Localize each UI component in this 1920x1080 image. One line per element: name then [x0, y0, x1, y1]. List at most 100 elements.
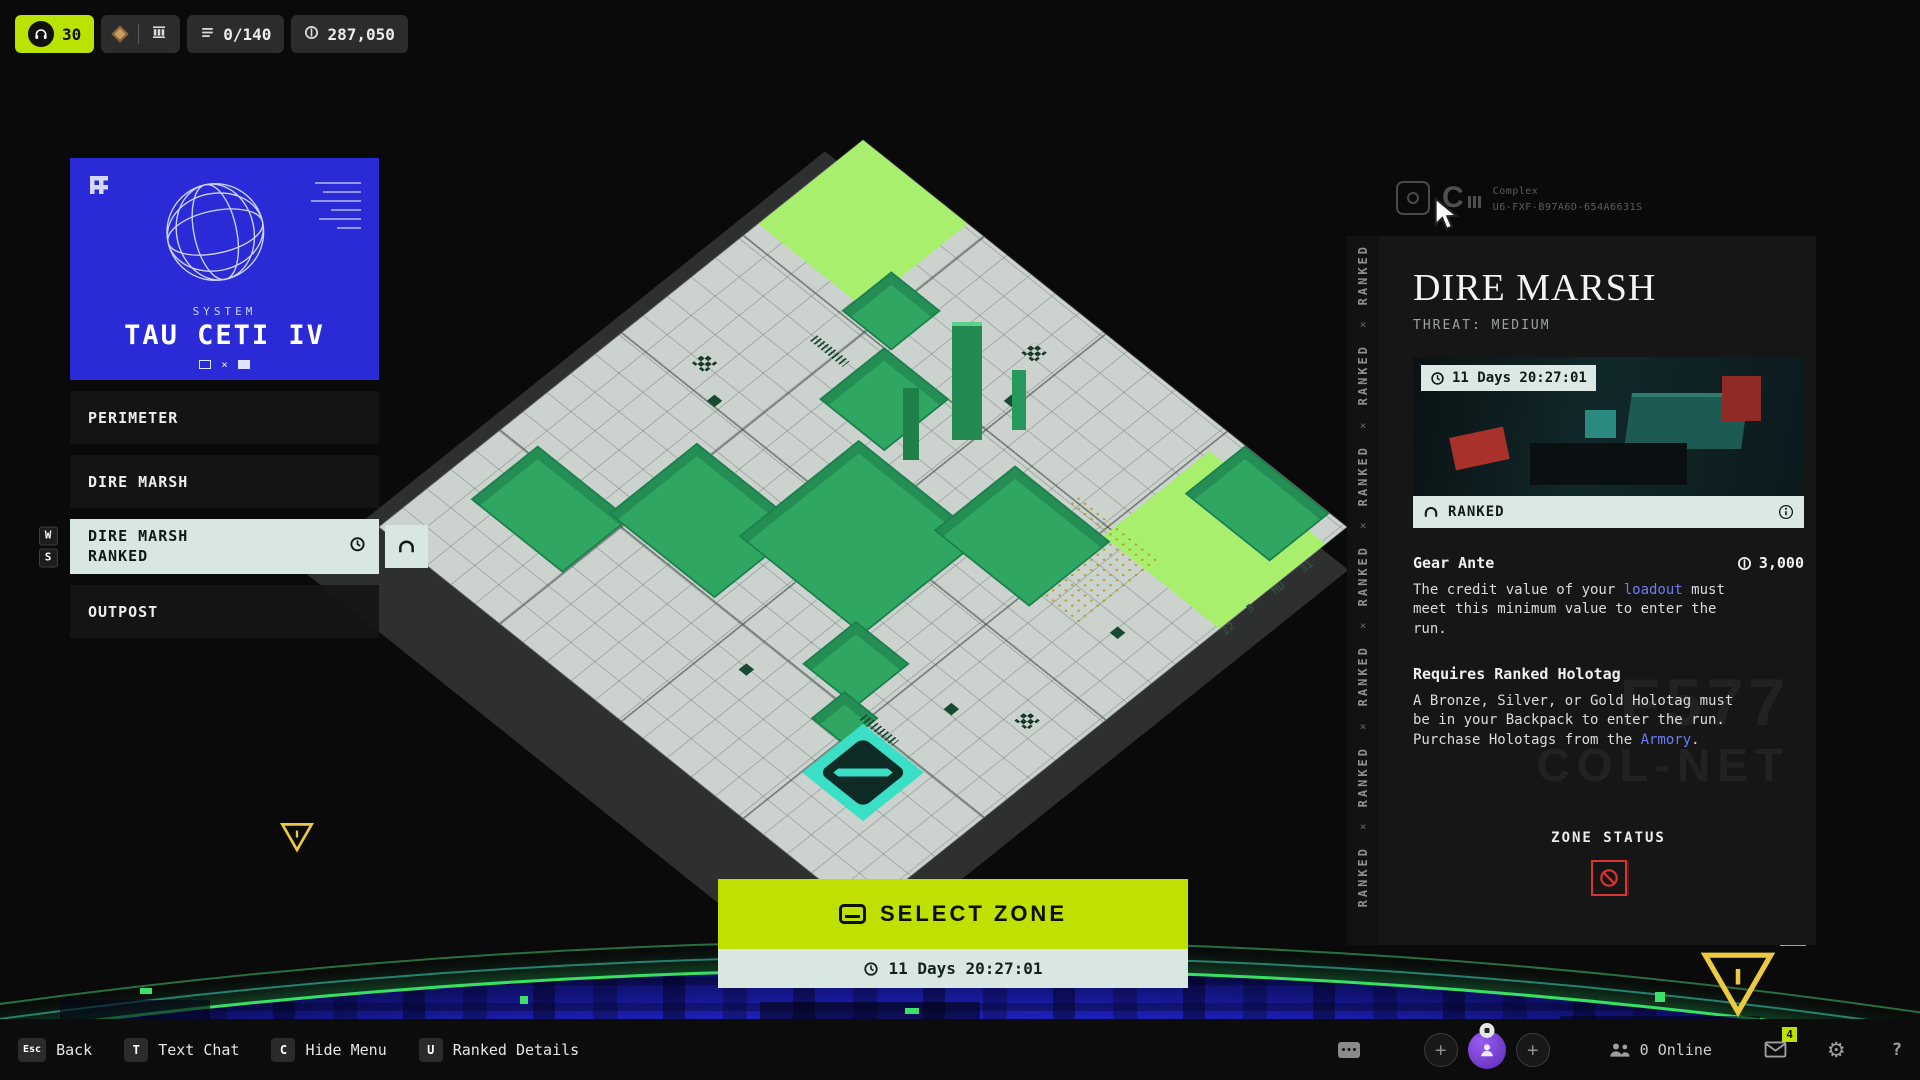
map-glyph: [809, 335, 850, 367]
map-marker: [738, 663, 755, 676]
map-tower: [1012, 370, 1026, 430]
system-card: SYSTEM TAU CETI IV ×: [70, 158, 379, 380]
map-zone-cell: [758, 140, 968, 308]
ranked-mode-chip[interactable]: [385, 525, 428, 568]
ranked-strip-label: RANKED: [1356, 745, 1370, 808]
settings-gear-icon[interactable]: ⚙: [1827, 1038, 1846, 1062]
people-icon: [1609, 1042, 1630, 1057]
strip-separator-icon: ×: [1359, 619, 1367, 633]
selected-zone-marker[interactable]: [802, 723, 924, 822]
zone-item-label: PERIMETER: [88, 408, 179, 427]
map-structure: [802, 620, 910, 707]
strip-separator-icon: ×: [1359, 318, 1367, 332]
zone-list-item-dire-marsh-ranked[interactable]: W S DIRE MARSH RANKED: [39, 519, 428, 574]
back-label: Back: [56, 1040, 93, 1059]
u-keycap: U: [418, 1037, 443, 1062]
system-name: TAU CETI IV: [124, 320, 325, 351]
key-hints: W S: [39, 526, 58, 567]
gear-ante-amount: 3,000: [1758, 554, 1804, 572]
map-marker: [1109, 626, 1126, 640]
preview-shape: [1585, 409, 1617, 438]
system-glyph-row: ×: [70, 358, 379, 371]
watermark: COL-NET: [1536, 739, 1790, 791]
clock-icon: [1431, 371, 1444, 385]
mail-button[interactable]: 4: [1764, 1027, 1797, 1058]
player-level: 30: [62, 24, 82, 44]
c-keycap: C: [271, 1037, 296, 1062]
envelope-icon: [1764, 1041, 1787, 1058]
bottom-bar: Esc Back T Text Chat C Hide Menu U Ranke…: [0, 1019, 1920, 1080]
globe-texture: [520, 996, 528, 1004]
ranked-details-button[interactable]: U Ranked Details: [418, 1037, 579, 1062]
perk-icon: [111, 25, 129, 43]
hide-menu-label: Hide Menu: [305, 1040, 387, 1059]
mail-count-badge: 4: [1782, 1027, 1797, 1042]
credits-amount: 287,050: [327, 24, 395, 44]
player-level-badge: 30: [15, 15, 95, 53]
party-slots: + +: [1423, 1022, 1550, 1069]
zone-item-label-line2: RANKED: [88, 546, 149, 565]
pixel-glyph-icon: [90, 176, 108, 194]
preview-shape: [1721, 376, 1761, 421]
invite-player-button[interactable]: +: [1423, 1032, 1458, 1067]
back-button[interactable]: Esc Back: [18, 1037, 93, 1062]
credits-icon: [304, 25, 319, 44]
loadout-link[interactable]: loadout: [1624, 582, 1683, 598]
zone-item-label: DIRE MARSH: [88, 472, 189, 491]
pillars-icon: [151, 24, 167, 44]
map-checker-marker: [1014, 710, 1040, 731]
help-icon[interactable]: ?: [1892, 1040, 1902, 1060]
ranked-strip-label: RANKED: [1356, 545, 1370, 607]
map-checker-marker: [1021, 342, 1047, 363]
ranked-strip: RANKED × RANKED × RANKED × RANKED × RANK…: [1347, 236, 1379, 945]
ranked-strip-label: RANKED: [1356, 444, 1370, 507]
key-s: S: [39, 548, 58, 567]
preview-shape: [1530, 443, 1687, 485]
player-avatar[interactable]: [1467, 1022, 1506, 1069]
zone-list-item-outpost[interactable]: OUTPOST: [70, 585, 379, 638]
zone-map: [379, 140, 1347, 914]
gear-ante-row: Gear Ante 3,000: [1413, 554, 1804, 572]
watermark: F577: [1619, 665, 1790, 739]
zone-list-item-perimeter[interactable]: PERIMETER: [70, 391, 379, 444]
ranked-arch-icon: [399, 540, 414, 553]
gear-ante-label: Gear Ante: [1413, 554, 1495, 572]
zone-list-item-dire-marsh[interactable]: DIRE MARSH: [70, 455, 379, 508]
headset-icon: [28, 21, 54, 47]
ranked-strip-label: RANKED: [1356, 344, 1370, 406]
select-zone-button[interactable]: SELECT ZONE: [718, 879, 1188, 949]
ranked-strip-label: RANKED: [1356, 244, 1370, 306]
select-zone-label: SELECT ZONE: [879, 901, 1067, 926]
extract-counter-badge: 0/140: [187, 15, 285, 53]
map-tower: [952, 322, 982, 440]
gear-ante-description: The credit value of your loadout must me…: [1413, 581, 1747, 639]
mouse-cursor: [1432, 196, 1460, 238]
info-icon[interactable]: [1778, 504, 1794, 520]
invite-player-button[interactable]: +: [1515, 1032, 1550, 1067]
online-count[interactable]: 0 Online: [1608, 1041, 1712, 1059]
zone-timer-value: 11 Days 20:27:01: [888, 959, 1043, 978]
online-count-label: 0 Online: [1639, 1040, 1712, 1059]
clock-icon: [349, 535, 366, 558]
avatar-status-badge: [1479, 1022, 1495, 1038]
map-tower: [903, 388, 919, 460]
strip-separator-icon: ×: [1359, 519, 1367, 533]
hud-icons-badge: [101, 15, 181, 53]
zone-card-timer: 11 Days 20:27:01: [1421, 365, 1596, 391]
description-text: The credit value of your: [1413, 582, 1624, 598]
text-chat-label: Text Chat: [158, 1040, 240, 1059]
map-marker: [943, 702, 960, 716]
chat-bubble-icon[interactable]: [1337, 1041, 1360, 1058]
hide-menu-button[interactable]: C Hide Menu: [271, 1037, 387, 1062]
ranked-arch-icon: [1424, 507, 1438, 517]
zone-status-blocked-icon: [1590, 859, 1627, 896]
text-chat-button[interactable]: T Text Chat: [124, 1037, 240, 1062]
list-icon: [200, 25, 215, 44]
threat-level: THREAT: MEDIUM: [1413, 318, 1551, 333]
system-label: SYSTEM: [192, 305, 257, 318]
card-glyph-icon: [199, 360, 212, 369]
system-data-lines: [311, 182, 361, 229]
planet-wireframe-icon: [146, 163, 284, 304]
person-icon: [1480, 1043, 1493, 1056]
warning-triangle-icon: [1700, 950, 1776, 1023]
